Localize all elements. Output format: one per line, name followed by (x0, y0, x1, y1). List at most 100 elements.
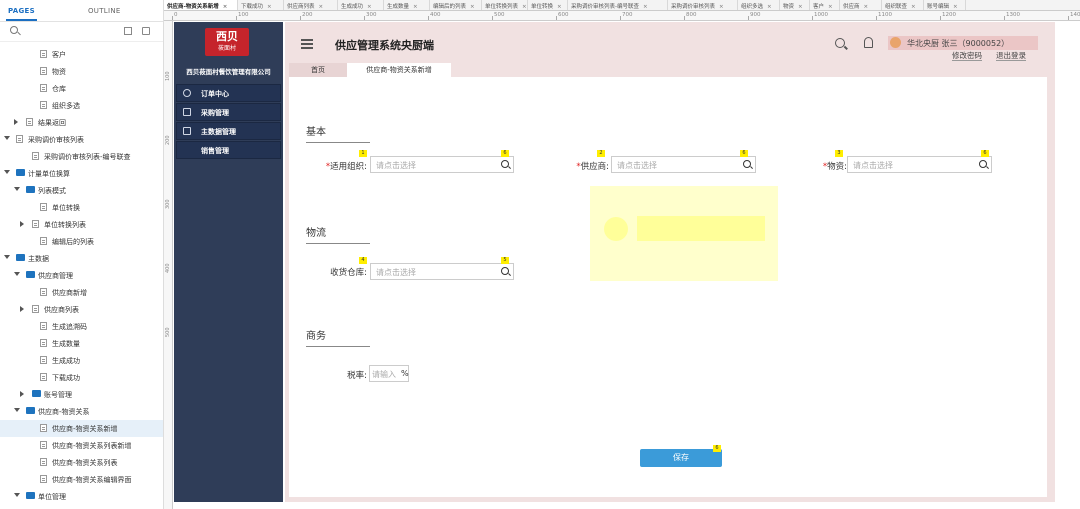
close-icon[interactable]: × (719, 4, 724, 10)
user-info[interactable]: 华北央厨 张三（9000052） (888, 36, 1038, 50)
chevron-down-icon[interactable] (14, 272, 20, 276)
doc-tab[interactable]: 单位转换列表 × (482, 0, 528, 10)
menu-item-purchase[interactable]: 采购管理 (176, 103, 281, 121)
doc-tab[interactable]: 下载成功 × (238, 0, 284, 10)
tab-pages[interactable]: PAGES (6, 7, 37, 21)
tree-item[interactable]: 物资 (0, 63, 163, 80)
tree-item[interactable]: 仓库 (0, 80, 163, 97)
doc-tab[interactable]: 单位转换 × (528, 0, 568, 10)
doc-tab[interactable]: 组织多选 × (738, 0, 780, 10)
doc-tab[interactable]: 账号编辑 × (924, 0, 966, 10)
annotation-marker: 3 (835, 150, 843, 157)
tree-item[interactable]: 供应商管理 (0, 267, 163, 284)
change-password-link[interactable]: 修改密码 (952, 51, 982, 61)
doc-tab[interactable]: 采购调价审核列表-编号联查 × (568, 0, 668, 10)
search-icon[interactable] (835, 38, 845, 48)
tab-home[interactable]: 首页 (289, 63, 347, 77)
search-icon[interactable] (979, 160, 987, 168)
tree-item[interactable]: 供应商-物资关系列表 (0, 454, 163, 471)
bell-icon[interactable] (864, 37, 873, 48)
doc-tab[interactable]: 编辑后的列表 × (430, 0, 482, 10)
tree-item[interactable]: 客户 (0, 46, 163, 63)
add-page-icon[interactable] (124, 27, 132, 35)
tree-item[interactable]: 供应商-物资关系列表新增 (0, 437, 163, 454)
material-field[interactable]: 请点击选择 (847, 156, 992, 173)
menu-item-order-center[interactable]: 订单中心 (176, 84, 281, 102)
chevron-down-icon[interactable] (4, 170, 10, 174)
logout-link[interactable]: 退出登录 (996, 51, 1026, 61)
tree-item[interactable]: 计量单位换算 (0, 165, 163, 182)
tree-item[interactable]: 生成数量 (0, 335, 163, 352)
chevron-down-icon[interactable] (4, 136, 10, 140)
tree-item[interactable]: 供应商-物资关系编辑界面 (0, 471, 163, 488)
tree-item[interactable]: 单位转换 (0, 199, 163, 216)
doc-tab[interactable]: 客户 × (810, 0, 840, 10)
search-icon[interactable] (743, 160, 751, 168)
close-icon[interactable]: × (953, 4, 958, 10)
close-icon[interactable]: × (767, 4, 772, 10)
tree-item[interactable]: 生成成功 (0, 352, 163, 369)
chevron-down-icon[interactable] (14, 408, 20, 412)
tree-item[interactable]: 生成追溯码 (0, 318, 163, 335)
close-icon[interactable]: × (798, 4, 803, 10)
close-icon[interactable]: × (319, 4, 324, 10)
add-folder-icon[interactable] (142, 27, 150, 35)
close-icon[interactable]: × (413, 4, 418, 10)
tree-item[interactable]: 账号管理 (0, 386, 163, 403)
chevron-down-icon[interactable] (14, 187, 20, 191)
search-icon[interactable] (501, 267, 509, 275)
chevron-right-icon[interactable] (20, 306, 24, 312)
tree-item[interactable]: 结果返回 (0, 114, 163, 131)
tree-item[interactable]: 组织多选 (0, 97, 163, 114)
doc-tab[interactable]: 供应商 × (840, 0, 882, 10)
close-icon[interactable]: × (828, 4, 833, 10)
warehouse-field[interactable]: 请点击选择 (370, 263, 514, 280)
menu-item-sales[interactable]: 销售管理 (176, 141, 281, 159)
org-field[interactable]: 请点击选择 (370, 156, 514, 173)
tree-item[interactable]: 采购调价审核列表-编号联查 (0, 148, 163, 165)
tree-item[interactable]: 采购调价审核列表 (0, 131, 163, 148)
close-icon[interactable]: × (367, 4, 372, 10)
doc-tab[interactable]: 采购调价审核列表 × (668, 0, 738, 10)
tree-item[interactable]: 单位转换列表 (0, 216, 163, 233)
close-icon[interactable]: × (223, 4, 228, 10)
tab-supplier-material-new[interactable]: 供应商-物资关系新增 (347, 63, 451, 77)
doc-tab[interactable]: 生成成功 × (338, 0, 384, 10)
doc-tab[interactable]: 物资 × (780, 0, 810, 10)
close-icon[interactable]: × (643, 4, 648, 10)
tree-item[interactable]: 供应商列表 (0, 301, 163, 318)
tree-item[interactable]: 主数据 (0, 250, 163, 267)
menu-toggle-icon[interactable] (301, 39, 313, 49)
ruler-label: 500 (494, 12, 505, 18)
tree-item[interactable]: 列表模式 (0, 182, 163, 199)
doc-tab[interactable]: 生成数量 × (384, 0, 430, 10)
doc-tab-label: 采购调价审核列表-编号联查 (571, 4, 639, 10)
close-icon[interactable]: × (557, 4, 562, 10)
tree-item[interactable]: 供应商新增 (0, 284, 163, 301)
chevron-down-icon[interactable] (14, 493, 20, 497)
search-icon[interactable] (10, 26, 18, 34)
close-icon[interactable]: × (267, 4, 272, 10)
chevron-right-icon[interactable] (20, 221, 24, 227)
chevron-right-icon[interactable] (20, 391, 24, 397)
doc-tab[interactable]: 供应商列表 × (284, 0, 338, 10)
tree-item[interactable]: 下载成功 (0, 369, 163, 386)
close-icon[interactable]: × (864, 4, 869, 10)
chevron-down-icon[interactable] (4, 255, 10, 259)
doc-tab[interactable]: 供应商-物资关系新增 × (164, 0, 238, 10)
menu-item-master-data[interactable]: 主数据管理 (176, 122, 281, 140)
save-button[interactable]: 保存 (640, 449, 722, 467)
tree-item[interactable]: 单位管理 (0, 488, 163, 505)
supplier-field[interactable]: 请点击选择 (611, 156, 756, 173)
search-icon[interactable] (501, 160, 509, 168)
close-icon[interactable]: × (911, 4, 916, 10)
tree-item[interactable]: 编辑后的列表 (0, 233, 163, 250)
close-icon[interactable]: × (470, 4, 475, 10)
tree-item[interactable]: 供应商-物资关系 (0, 403, 163, 420)
chevron-right-icon[interactable] (14, 119, 18, 125)
tree-item[interactable]: 供应商-物资关系新增 (0, 420, 163, 437)
tab-outline[interactable]: OUTLINE (88, 7, 121, 15)
ruler-label: 600 (558, 12, 569, 18)
close-icon[interactable]: × (522, 4, 527, 10)
doc-tab[interactable]: 组织联查 × (882, 0, 924, 10)
